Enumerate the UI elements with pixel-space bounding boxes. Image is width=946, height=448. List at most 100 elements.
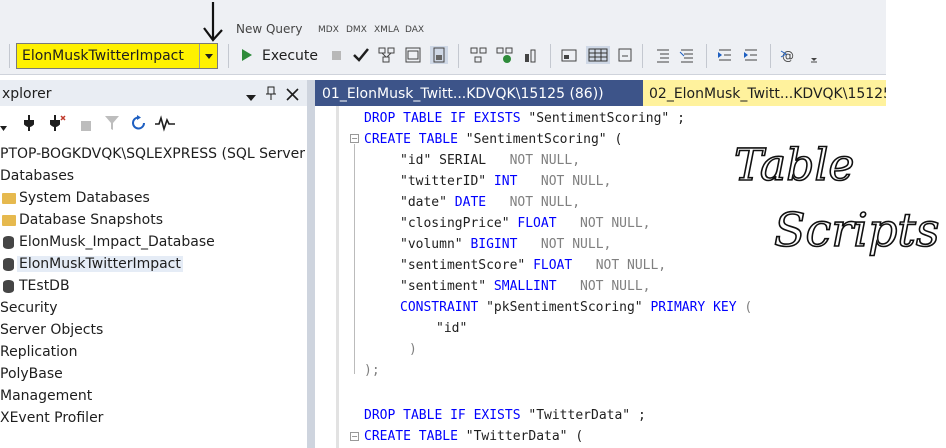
handwritten-line-2: Scripts xyxy=(774,203,940,257)
window-position-dropdown-icon[interactable] xyxy=(245,88,257,107)
refresh-icon[interactable] xyxy=(130,114,148,136)
object-explorer-toolbar xyxy=(0,106,307,142)
client-statistics-icon[interactable] xyxy=(522,46,540,64)
object-explorer-panel: xplorer PTOP-BOGKDVQK\SQLEXPRESS (SQL Se… xyxy=(0,80,327,448)
connect-dropdown-icon[interactable] xyxy=(0,118,8,137)
connect-icon[interactable] xyxy=(20,114,38,136)
code-line: "volumn" BIGINT NOT NULL, xyxy=(400,234,611,255)
results-to-file-alt-icon[interactable] xyxy=(616,46,634,64)
tab-query-02-label: 02_ElonMusk_Twitt...KDVQK\15125 ( xyxy=(649,86,886,102)
document-tabs: 01_ElonMusk_Twitt...KDVQK\15125 (86)) 02… xyxy=(315,80,886,106)
dmx-label[interactable]: DMX xyxy=(346,25,367,35)
code-text: "TwitterData" ( xyxy=(465,429,584,444)
code-line: "twitterID" INT NOT NULL, xyxy=(400,171,611,192)
database-icon xyxy=(3,236,14,249)
tree-item-elonmusktwitterimpact[interactable]: ElonMuskTwitterImpact xyxy=(17,256,183,272)
tree-item-management[interactable]: Management xyxy=(0,388,92,404)
toolbar-separator xyxy=(228,44,229,68)
panel-splitter[interactable] xyxy=(307,80,315,448)
results-to-text-icon[interactable] xyxy=(560,46,578,64)
toolbar-separator xyxy=(458,44,459,68)
execute-button[interactable]: Execute xyxy=(262,48,318,64)
xmla-label[interactable]: XMLA xyxy=(374,25,399,35)
query-options-icon[interactable] xyxy=(470,46,488,64)
code-line: DROP TABLE IF EXISTS "TwitterData" ; xyxy=(364,405,646,426)
handwritten-annotation: Table Scripts xyxy=(733,139,940,258)
fold-collapse-icon[interactable]: − xyxy=(350,134,359,143)
results-to-file-icon[interactable] xyxy=(430,46,448,64)
code-text: "date" xyxy=(400,195,455,210)
code-line: CREATE TABLE "SentimentScoring" ( xyxy=(364,129,622,150)
tree-item-databases[interactable]: Databases xyxy=(0,168,74,184)
tab-query-02[interactable]: 02_ElonMusk_Twitt...KDVQK\15125 ( xyxy=(643,80,886,106)
new-query-label[interactable]: New Query xyxy=(236,22,302,36)
code-keyword: FLOAT xyxy=(533,258,573,273)
dax-label[interactable]: DAX xyxy=(405,25,424,35)
code-constraint: NOT NULL, xyxy=(540,174,612,189)
decrease-indent-icon[interactable] xyxy=(716,46,734,64)
comment-lines-icon[interactable] xyxy=(654,46,672,64)
tree-item-xevent-profiler[interactable]: XEvent Profiler xyxy=(0,410,103,426)
code-keyword: INT xyxy=(493,174,518,189)
code-keyword: DROP TABLE IF EXISTS xyxy=(364,408,529,423)
sql-editor-toolbar: ElonMuskTwitterImpact Execute @ xyxy=(0,38,886,75)
code-text: "twitterID" xyxy=(400,174,494,189)
tree-item-security[interactable]: Security xyxy=(0,300,58,316)
tree-item-replication[interactable]: Replication xyxy=(0,344,77,360)
tree-item-database-snapshots[interactable]: Database Snapshots xyxy=(19,212,163,228)
execute-icon[interactable] xyxy=(238,46,256,64)
code-text: "pkSentimentScoring" xyxy=(486,300,651,315)
stop-icon[interactable] xyxy=(80,117,92,136)
toolbar-separator xyxy=(642,44,643,68)
tree-item-testdb[interactable]: TEstDB xyxy=(19,278,70,294)
uncomment-lines-icon[interactable] xyxy=(678,46,696,64)
fold-guide xyxy=(354,144,355,374)
server-node[interactable]: PTOP-BOGKDVQK\SQLEXPRESS (SQL Server 15 xyxy=(0,146,327,162)
specify-template-values-icon[interactable]: @ xyxy=(780,46,798,64)
svg-text:@: @ xyxy=(782,49,794,63)
code-keyword: CONSTRAINT xyxy=(400,300,487,315)
tab-query-01[interactable]: 01_ElonMusk_Twitt...KDVQK\15125 (86)) xyxy=(315,80,643,106)
activity-monitor-icon[interactable] xyxy=(154,114,176,136)
results-to-grid-icon[interactable] xyxy=(404,46,422,64)
parse-checkmark-icon[interactable] xyxy=(352,46,370,64)
disconnect-icon[interactable] xyxy=(46,114,66,136)
pin-icon[interactable] xyxy=(265,85,277,105)
close-icon[interactable] xyxy=(286,86,299,105)
fold-collapse-icon[interactable]: − xyxy=(350,432,359,441)
tree-item-elonmusk-impact-database[interactable]: ElonMusk_Impact_Database xyxy=(19,234,215,250)
code-line: "sentimentScore" FLOAT NOT NULL, xyxy=(400,255,666,276)
code-constraint: NOT NULL, xyxy=(540,237,612,252)
code-keyword: FLOAT xyxy=(517,216,557,231)
tree-item-system-databases[interactable]: System Databases xyxy=(19,190,150,206)
code-text: "SentimentScoring" ( xyxy=(465,132,623,147)
code-text: "id" SERIAL xyxy=(400,153,487,168)
toolbar-overflow-icon[interactable] xyxy=(806,46,824,64)
results-grid-icon[interactable] xyxy=(586,46,610,64)
folder-icon xyxy=(2,215,16,226)
tree-item-server-objects[interactable]: Server Objects xyxy=(0,322,103,338)
code-line: "id" xyxy=(436,318,467,339)
handwritten-line-1: Table xyxy=(734,140,854,191)
dropdown-arrow-icon[interactable] xyxy=(199,44,217,68)
code-constraint: NOT NULL, xyxy=(580,279,651,294)
menu-strip: New Query MDX DMX XMLA DAX xyxy=(0,0,886,38)
toolbar-separator xyxy=(550,44,551,68)
code-keyword: SMALLINT xyxy=(493,279,557,294)
tab-query-01-label: 01_ElonMusk_Twitt...KDVQK\15125 (86)) xyxy=(322,86,604,102)
available-databases-dropdown[interactable]: ElonMuskTwitterImpact xyxy=(16,43,218,69)
code-text: "SentimentScoring" ; xyxy=(528,111,685,126)
mdx-label[interactable]: MDX xyxy=(318,25,339,35)
code-text: "sentimentScore" xyxy=(400,258,534,273)
code-text: "id" xyxy=(436,321,468,336)
filter-icon[interactable] xyxy=(104,114,120,136)
database-icon xyxy=(3,258,14,271)
increase-indent-icon[interactable] xyxy=(742,46,760,64)
code-constraint: NOT NULL, xyxy=(509,195,581,210)
object-explorer-header: xplorer xyxy=(0,80,307,106)
code-line: "id" SERIAL NOT NULL, xyxy=(400,150,580,171)
tree-item-polybase[interactable]: PolyBase xyxy=(0,366,63,382)
stop-icon[interactable] xyxy=(328,46,346,64)
include-plan-icon[interactable] xyxy=(496,46,514,64)
estimated-plan-icon[interactable] xyxy=(378,46,396,64)
